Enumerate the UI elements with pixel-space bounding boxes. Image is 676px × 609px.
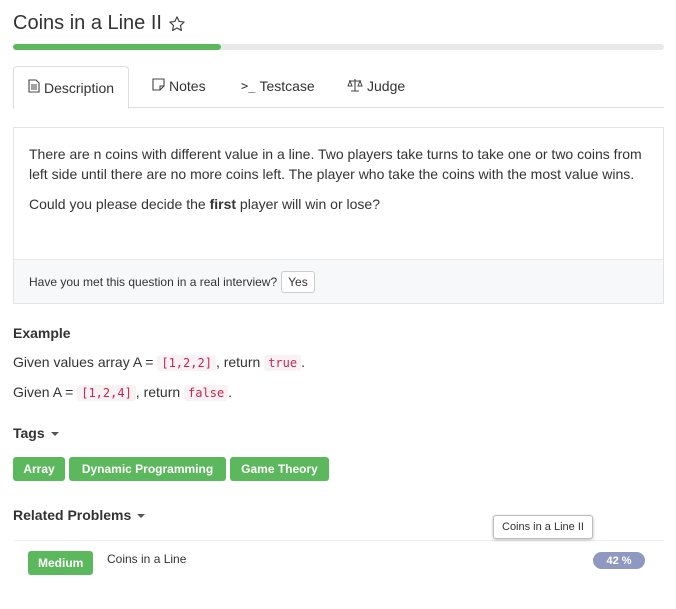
tag-array[interactable]: Array [13, 457, 65, 481]
tab-judge-label: Judge [367, 78, 406, 94]
tab-notes-label: Notes [169, 78, 206, 94]
caret-down-icon [50, 432, 59, 437]
progress-bar-fill [13, 44, 222, 50]
related-heading: Related Problems [13, 507, 132, 523]
progress-bar [13, 44, 664, 50]
example-line-2: Given A = [1,2,4], return false. [13, 384, 233, 401]
example-line-1: Given values array A = [1,2,2], return t… [13, 354, 305, 371]
tab-description-label: Description [44, 79, 115, 96]
description-panel: There are n coins with different value i… [13, 127, 664, 304]
terminal-icon: >_ [241, 79, 256, 93]
yes-button[interactable]: Yes [281, 270, 315, 293]
note-icon [152, 78, 165, 94]
page-title: Coins in a Line II [13, 12, 186, 35]
example-result-1: true [264, 355, 302, 371]
example-heading: Example [13, 325, 71, 341]
tab-notes[interactable]: Notes [152, 66, 206, 106]
star-icon[interactable] [168, 15, 186, 33]
difficulty-badge: Medium [28, 551, 94, 575]
document-icon [28, 79, 40, 96]
related-problem-link[interactable]: Coins in a Line [107, 552, 186, 566]
related-toggle[interactable]: Related Problems [13, 507, 146, 523]
tab-description[interactable]: Description [13, 66, 130, 109]
tooltip: Coins in a Line II [493, 515, 593, 539]
acceptance-rate-badge: 42 % [593, 552, 645, 569]
interview-question: Have you met this question in a real int… [29, 274, 278, 289]
tag-game-theory[interactable]: Game Theory [230, 457, 329, 481]
interview-footer: Have you met this question in a real int… [14, 259, 663, 303]
description-text: There are n coins with different value i… [29, 146, 642, 182]
description-question: Could you please decide the first player… [29, 196, 380, 212]
example-array-1: [1,2,2] [157, 355, 216, 371]
scale-icon [347, 78, 363, 95]
tab-testcase-label: Testcase [259, 78, 315, 94]
related-problem-row[interactable]: Medium Coins in a Line 42 % [13, 540, 664, 581]
tags-heading: Tags [13, 425, 45, 441]
tags-toggle[interactable]: Tags [13, 425, 59, 441]
example-result-2: false [184, 385, 229, 401]
tab-judge[interactable]: Judge [347, 66, 405, 106]
tab-testcase[interactable]: >_ Testcase [241, 66, 315, 106]
problem-title: Coins in a Line II [13, 12, 162, 34]
tag-dynamic-programming[interactable]: Dynamic Programming [69, 457, 226, 481]
caret-down-icon [137, 514, 146, 519]
problem-tabs: Description Notes >_ Testcase Judge [13, 66, 664, 109]
example-array-2: [1,2,4] [77, 385, 136, 401]
